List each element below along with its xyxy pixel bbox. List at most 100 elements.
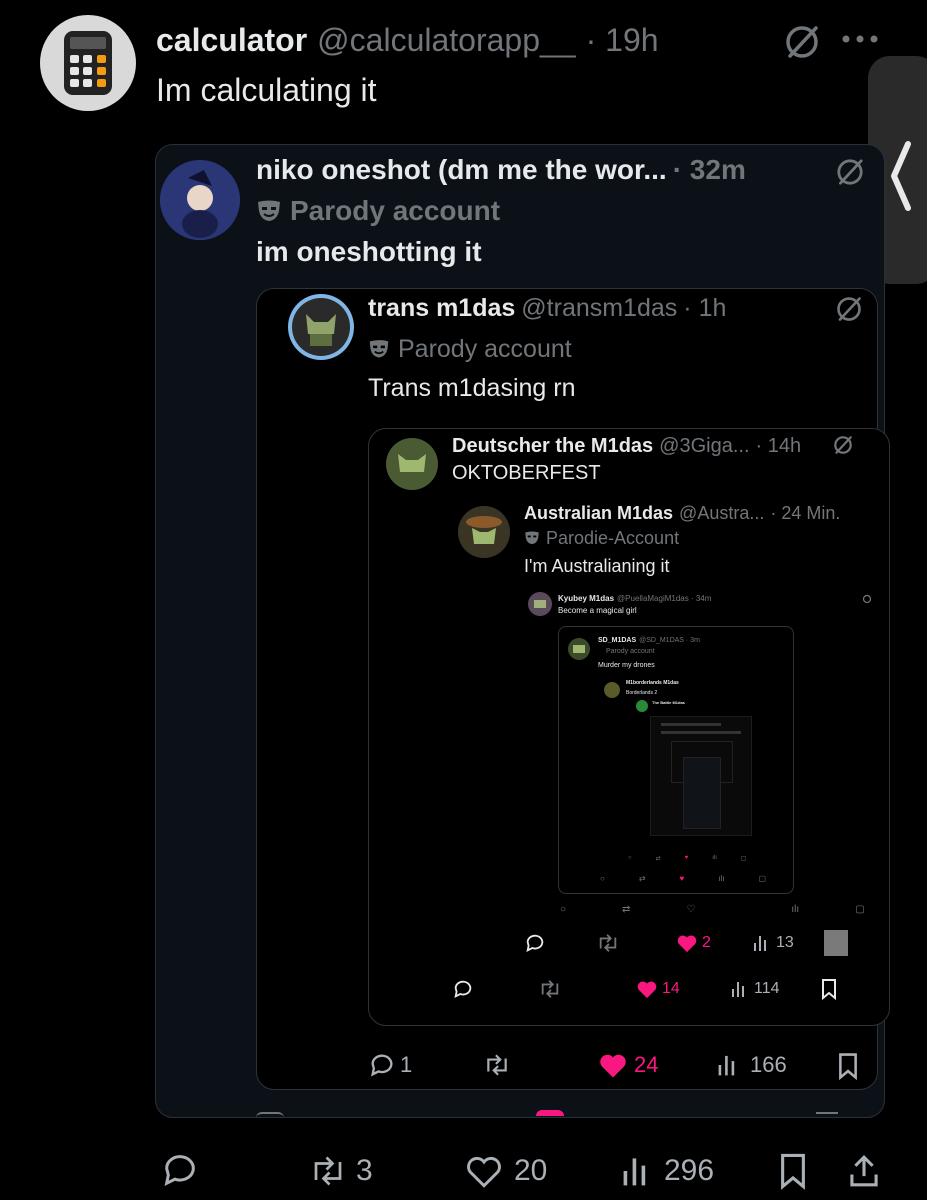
post-header: niko oneshot (dm me the wor... · 32m xyxy=(256,152,746,188)
like-button[interactable]: 20 xyxy=(464,1152,547,1190)
avatar[interactable] xyxy=(604,682,620,698)
chevron-left-icon xyxy=(891,141,911,211)
repost-icon xyxy=(314,1156,342,1186)
avatar[interactable] xyxy=(386,438,438,490)
views-button[interactable]: 13 xyxy=(752,932,794,954)
grok-icon[interactable] xyxy=(834,156,866,188)
midas-avatar-icon xyxy=(528,592,552,616)
grok-icon[interactable] xyxy=(782,22,822,62)
avatar[interactable] xyxy=(40,15,136,111)
nested-screenshot xyxy=(650,716,752,836)
repost-icon[interactable] xyxy=(596,932,620,954)
handle[interactable]: @transm1das xyxy=(521,294,677,323)
post-header: trans m1das @transm1das · 1h xyxy=(368,292,726,324)
more-icon[interactable] xyxy=(840,32,880,46)
avatar[interactable] xyxy=(160,160,240,240)
reply-icon[interactable] xyxy=(524,932,546,954)
reply-button[interactable]: 1 xyxy=(368,1050,412,1080)
timestamp[interactable]: · 24 Min. xyxy=(770,503,840,524)
attached-image-thumb[interactable] xyxy=(824,930,848,956)
repost-icon[interactable] xyxy=(482,1052,512,1078)
timestamp[interactable]: · 1h xyxy=(683,294,726,323)
display-name[interactable]: Kyubey M1das xyxy=(558,594,614,603)
midas-avatar-icon xyxy=(386,438,438,490)
handle[interactable]: @calculatorapp__ xyxy=(317,22,575,59)
repost-icon[interactable] xyxy=(538,978,562,1000)
heart-filled-icon xyxy=(637,981,657,999)
display-name[interactable]: M1borderlands M1das xyxy=(626,680,679,686)
grok-icon[interactable] xyxy=(862,594,872,604)
calculator-icon xyxy=(64,31,112,95)
parody-label: Parody account xyxy=(606,648,655,655)
grok-icon[interactable] xyxy=(834,294,864,324)
display-name[interactable]: trans m1das xyxy=(368,294,515,323)
reply-icon[interactable] xyxy=(452,978,474,1000)
reply-icon xyxy=(371,1054,393,1077)
clipped-action-row xyxy=(256,1110,856,1118)
display-name[interactable]: Deutscher the M1das xyxy=(452,435,653,458)
nested-action-bar: ○ ⇄ ♥ ılı ▢ xyxy=(600,873,767,883)
like-button[interactable]: 14 xyxy=(636,978,680,1000)
like-button[interactable]: 2 xyxy=(676,932,711,954)
display-name[interactable]: Australian M1das xyxy=(524,503,673,524)
avatar[interactable] xyxy=(568,638,590,660)
heart-icon xyxy=(467,1156,501,1188)
display-name[interactable]: The Battle M1das xyxy=(652,700,685,705)
views-button[interactable]: 296 xyxy=(620,1152,714,1190)
heart-filled-icon xyxy=(677,935,697,953)
niko-avatar-icon xyxy=(160,160,240,240)
avatar[interactable] xyxy=(528,592,552,616)
views-icon xyxy=(754,936,766,951)
nested-action-bar: ○ ⇄ ♥ ılı ▢ xyxy=(628,855,747,862)
views-button[interactable]: 166 xyxy=(716,1050,787,1080)
display-name[interactable]: SD_M1DAS xyxy=(598,637,636,644)
post-text: Murder my drones xyxy=(598,662,655,669)
post-header: calculator @calculatorapp__ · 19h xyxy=(156,20,659,60)
parody-label: Parodie-Account xyxy=(524,526,679,550)
views-icon xyxy=(718,1055,735,1076)
avatar[interactable] xyxy=(458,506,510,558)
post-text: Im calculating it xyxy=(156,72,377,108)
handle[interactable]: @Austra... xyxy=(679,503,764,524)
post-header: Australian M1das @Austra... · 24 Min. xyxy=(524,500,840,526)
post-text: Trans m1dasing rn xyxy=(368,374,576,402)
mask-icon xyxy=(258,200,280,221)
handle[interactable]: @SD_M1DAS · 3m xyxy=(639,637,700,644)
timestamp[interactable]: · 14h xyxy=(756,435,802,458)
display-name[interactable]: calculator xyxy=(156,22,307,59)
midas-avatar-icon xyxy=(292,298,350,356)
reply-icon[interactable] xyxy=(160,1150,200,1190)
post-text: Become a magical girl xyxy=(558,606,637,615)
post-header: Deutscher the M1das @3Giga... · 14h xyxy=(452,432,801,460)
nested-action-bar: ○ ⇄ ♡ ılı ▢ xyxy=(560,903,865,915)
views-icon xyxy=(623,1158,646,1186)
display-name[interactable]: niko oneshot (dm me the wor... xyxy=(256,154,667,186)
views-button[interactable]: 114 xyxy=(730,978,780,1000)
bookmark-icon[interactable] xyxy=(776,1152,810,1190)
bookmark-icon[interactable] xyxy=(820,978,838,1000)
post-text: OKTOBERFEST xyxy=(452,462,601,484)
timestamp[interactable]: · 32m xyxy=(673,154,746,186)
share-icon[interactable] xyxy=(846,1152,882,1190)
post-header: Kyubey M1das @PuellaMagiM1das · 34m xyxy=(558,592,711,604)
post-header: SD_M1DAS @SD_M1DAS · 3m xyxy=(598,634,700,646)
post-text: I'm Australianing it xyxy=(524,556,670,576)
handle[interactable]: @3Giga... xyxy=(659,435,749,458)
parody-label: Parody account xyxy=(368,334,572,364)
mask-icon xyxy=(369,340,389,358)
bookmark-icon[interactable] xyxy=(836,1052,860,1080)
grok-icon[interactable] xyxy=(832,434,854,456)
post-text: im oneshotting it xyxy=(256,236,482,267)
like-button[interactable]: 24 xyxy=(598,1050,658,1080)
repost-button[interactable]: 3 xyxy=(308,1152,373,1190)
avatar[interactable] xyxy=(636,700,648,712)
mask-icon xyxy=(525,531,539,545)
midas-avatar-icon xyxy=(458,506,510,558)
avatar[interactable] xyxy=(288,294,354,360)
views-icon xyxy=(732,982,744,997)
handle[interactable]: @PuellaMagiM1das · 34m xyxy=(617,594,711,603)
midas-avatar-icon xyxy=(568,638,590,660)
parody-label: Parody account xyxy=(256,194,500,228)
timestamp[interactable]: · 19h xyxy=(586,22,659,59)
heart-filled-icon xyxy=(600,1054,626,1078)
